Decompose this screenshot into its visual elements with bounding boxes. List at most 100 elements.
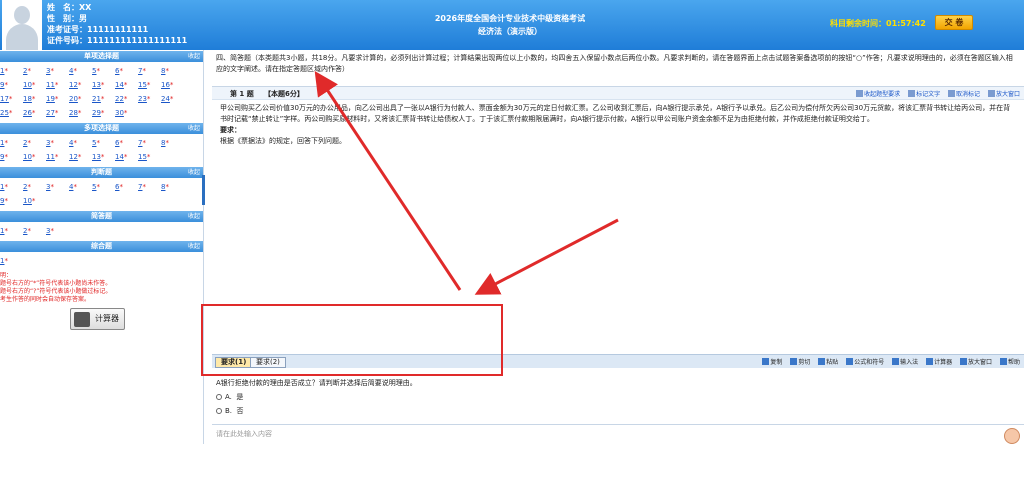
question-link[interactable]: 4* — [69, 136, 92, 150]
question-link[interactable]: 9* — [0, 194, 23, 208]
question-link[interactable]: 5* — [92, 180, 115, 194]
question-link[interactable]: 29* — [92, 106, 115, 120]
question-link[interactable]: 28* — [69, 106, 92, 120]
question-link[interactable]: 13* — [92, 150, 115, 164]
cut-button[interactable]: 剪切 — [790, 358, 810, 366]
help-button[interactable]: 帮助 — [999, 358, 1020, 366]
unanswered-star-icon: * — [165, 139, 169, 147]
collapse-section-button[interactable]: 收起 — [188, 167, 200, 178]
enlarge-window-button[interactable]: 放大窗口 — [987, 90, 1020, 98]
question-link[interactable]: 3* — [46, 224, 69, 238]
copy-button[interactable]: 复制 — [762, 358, 783, 366]
question-link[interactable]: 1* — [0, 64, 23, 78]
question-link[interactable]: 3* — [46, 136, 69, 150]
collapse-section-button[interactable]: 收起 — [188, 211, 200, 222]
question-link[interactable]: 14* — [115, 78, 138, 92]
question-link[interactable]: 8* — [161, 136, 184, 150]
question-link[interactable]: 8* — [161, 64, 184, 78]
question-link[interactable]: 2* — [23, 64, 46, 78]
question-link[interactable]: 27* — [46, 106, 69, 120]
radio-b[interactable] — [216, 408, 222, 414]
question-link[interactable]: 12* — [69, 78, 92, 92]
question-link[interactable]: 12* — [69, 150, 92, 164]
question-link[interactable]: 9* — [0, 150, 23, 164]
notes-line: 题号右方的“?”符号代表该小题做过标记。 — [0, 288, 112, 295]
question-link[interactable]: 3* — [46, 64, 69, 78]
unanswered-star-icon: * — [73, 183, 77, 191]
question-paragraph: 根据《票据法》的规定，回答下列问题。 — [220, 137, 346, 145]
question-link[interactable]: 1* — [0, 254, 23, 268]
question-link[interactable]: 24* — [161, 92, 184, 106]
calculator-button[interactable]: 计算器 — [70, 308, 125, 330]
question-link[interactable]: 6* — [115, 136, 138, 150]
collapse-requirements-button[interactable]: 收起题型要求 — [856, 90, 900, 98]
question-link[interactable]: 17* — [0, 92, 23, 106]
collapse-section-button[interactable]: 收起 — [188, 123, 200, 134]
question-link[interactable]: 10* — [23, 150, 46, 164]
question-link[interactable]: 18* — [23, 92, 46, 106]
unanswered-star-icon: * — [50, 67, 54, 75]
question-link[interactable]: 20* — [69, 92, 92, 106]
question-link[interactable]: 19* — [46, 92, 69, 106]
question-link[interactable]: 6* — [115, 64, 138, 78]
question-link[interactable]: 30* — [115, 106, 138, 120]
question-link[interactable]: 7* — [138, 136, 161, 150]
question-link[interactable]: 23* — [138, 92, 161, 106]
collapse-section-button[interactable]: 收起 — [188, 51, 200, 62]
enlarge-answer-button[interactable]: 放大窗口 — [960, 358, 992, 366]
answer-tools: 复制 剪切 粘贴 公式和符号 输入法 计算器 放大窗口 帮助 — [756, 357, 1020, 366]
question-link[interactable]: 1* — [0, 136, 23, 150]
question-link[interactable]: 2* — [23, 224, 46, 238]
question-link[interactable]: 4* — [69, 64, 92, 78]
question-link[interactable]: 10* — [23, 78, 46, 92]
question-link[interactable]: 21* — [92, 92, 115, 106]
answer-textarea[interactable]: 请在此处输入内容 — [212, 424, 1024, 494]
question-link[interactable]: 11* — [46, 150, 69, 164]
mark-text-button[interactable]: 标记文字 — [908, 90, 940, 98]
question-link[interactable]: 26* — [23, 106, 46, 120]
question-link[interactable]: 14* — [115, 150, 138, 164]
assistant-avatar-icon[interactable] — [1004, 428, 1020, 444]
question-link[interactable]: 5* — [92, 136, 115, 150]
question-link[interactable]: 15* — [138, 78, 161, 92]
unanswered-star-icon: * — [4, 183, 8, 191]
question-link[interactable]: 1* — [0, 224, 23, 238]
question-link[interactable]: 11* — [46, 78, 69, 92]
paste-button[interactable]: 粘贴 — [818, 358, 838, 366]
question-link[interactable]: 8* — [161, 180, 184, 194]
radio-a[interactable] — [216, 394, 222, 400]
question-link[interactable]: 25* — [0, 106, 23, 120]
submit-exam-button[interactable]: 交 卷 — [935, 15, 973, 30]
tool-label: 复制 — [770, 359, 783, 366]
question-link[interactable]: 22* — [115, 92, 138, 106]
question-link-number: 15 — [138, 81, 147, 89]
ticket-value: 11111111111 — [87, 25, 149, 34]
unanswered-star-icon: * — [123, 153, 128, 161]
option-a[interactable]: A. 是 — [216, 392, 417, 403]
question-link[interactable]: 1* — [0, 180, 23, 194]
notes-line: 题号右方的“*”符号代表该小题尚未作答。 — [0, 280, 112, 287]
question-link[interactable]: 5* — [92, 64, 115, 78]
question-link[interactable]: 10* — [23, 194, 46, 208]
question-link[interactable]: 9* — [0, 78, 23, 92]
calculator-tool-button[interactable]: 计算器 — [926, 358, 952, 366]
navigator-scrollbar[interactable] — [202, 175, 205, 205]
formula-button[interactable]: 公式和符号 — [846, 358, 884, 366]
question-link[interactable]: 3* — [46, 180, 69, 194]
question-link[interactable]: 4* — [69, 180, 92, 194]
option-b[interactable]: B. 否 — [216, 406, 417, 417]
question-link-number: 10 — [23, 197, 32, 205]
collapse-section-button[interactable]: 收起 — [188, 241, 200, 252]
question-link[interactable]: 15* — [138, 150, 161, 164]
input-method-button[interactable]: 输入法 — [892, 358, 918, 366]
question-link-number: 13 — [92, 153, 101, 161]
question-link[interactable]: 2* — [23, 180, 46, 194]
question-link[interactable]: 6* — [115, 180, 138, 194]
question-link[interactable]: 16* — [161, 78, 184, 92]
question-link-number: 30 — [115, 109, 124, 117]
unmark-button[interactable]: 取消标记 — [948, 90, 980, 98]
question-link[interactable]: 2* — [23, 136, 46, 150]
question-link[interactable]: 7* — [138, 64, 161, 78]
question-link[interactable]: 13* — [92, 78, 115, 92]
question-link[interactable]: 7* — [138, 180, 161, 194]
